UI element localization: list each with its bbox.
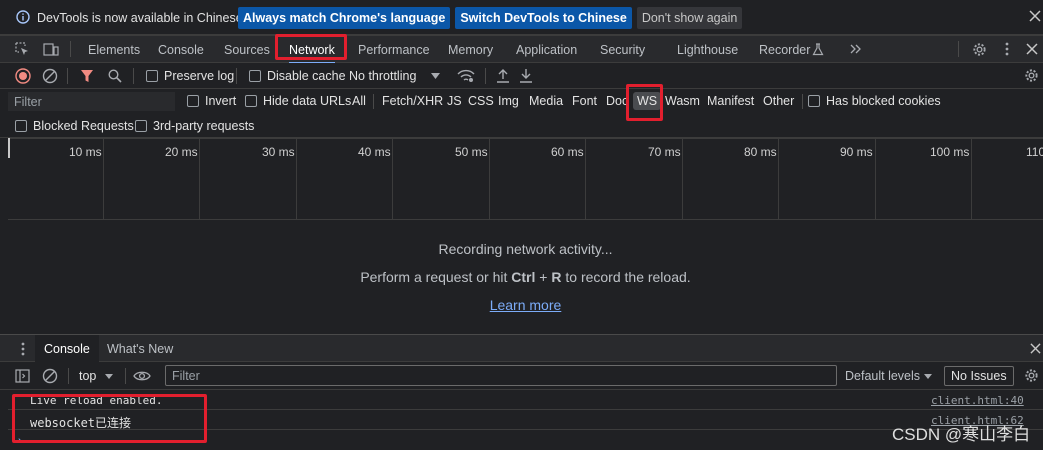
recording-message: Recording network activity... [438,241,613,257]
sidebar-toggle-icon[interactable] [15,369,30,383]
info-icon [16,10,30,24]
tab-memory[interactable]: Memory [448,36,493,63]
dropdown-arrow-icon [431,73,441,79]
drawer-tab-bar: Console What's New [0,334,1043,362]
timeline-tick-label: 100 ms [930,145,970,159]
log-levels-select[interactable]: Default levels [845,369,933,383]
type-filter-wasm[interactable]: Wasm [665,89,700,113]
tab-elements[interactable]: Elements [88,36,140,63]
type-filter-doc[interactable]: Doc [606,89,628,113]
dropdown-arrow-icon [105,373,114,379]
divider [70,41,71,57]
learn-more-link[interactable]: Learn more [490,297,562,313]
console-prompt-icon[interactable]: › [18,435,22,447]
network-timeline-overview[interactable]: 10 ms 20 ms 30 ms 40 ms 50 ms 60 ms 70 m… [8,138,1043,220]
clear-icon[interactable] [42,68,58,84]
type-filter-other[interactable]: Other [763,89,794,113]
third-party-requests-checkbox[interactable]: 3rd-party requests [135,119,254,133]
tab-network[interactable]: Network [289,36,335,64]
timeline-tick-label: 40 ms [358,145,391,159]
always-match-language-button[interactable]: Always match Chrome's language [238,7,451,29]
filter-bar-secondary: Blocked Requests 3rd-party requests [0,114,1043,138]
filter-input[interactable]: Filter [8,92,175,111]
timeline-tick-label: 80 ms [744,145,777,159]
type-filter-css[interactable]: CSS [468,89,494,113]
blocked-requests-checkbox[interactable]: Blocked Requests [15,119,134,133]
network-conditions-wifi-icon[interactable] [457,69,475,83]
tab-lighthouse[interactable]: Lighthouse [677,36,738,63]
watermark: CSDN @寒山李白 [892,425,1031,444]
language-infobar: DevTools is now available in Chinese! Al… [0,0,1043,35]
settings-gear-icon[interactable] [972,42,987,57]
invert-checkbox[interactable]: Invert [187,94,236,108]
drawer-tab-whats-new[interactable]: What's New [107,342,173,356]
type-filter-manifest[interactable]: Manifest [707,89,754,113]
dropdown-arrow-icon [924,373,933,379]
console-filter-input[interactable]: Filter [165,365,837,386]
tab-application[interactable]: Application [516,36,577,63]
close-drawer-icon[interactable] [1030,343,1041,354]
context-selector[interactable]: top [79,369,114,383]
console-message: websocket已连接 client.html:62 [8,410,1043,430]
devtools-tab-bar: Elements Console Sources Network Perform… [0,35,1043,64]
clear-console-icon[interactable] [42,368,58,384]
type-filter-media[interactable]: Media [529,89,563,113]
flask-icon [812,43,824,56]
tab-performance[interactable]: Performance [358,36,430,63]
tab-sources[interactable]: Sources [224,36,270,63]
hide-data-urls-checkbox[interactable]: Hide data URLs [245,94,351,108]
live-expression-eye-icon[interactable] [133,370,151,382]
console-message: Live reload enabled. client.html:40 [8,390,1043,410]
more-tabs-icon[interactable] [849,43,863,55]
filter-bar: Filter Invert Hide data URLs All Fetch/X… [0,89,1043,114]
tab-console[interactable]: Console [158,36,204,63]
inspect-element-icon[interactable] [15,42,30,57]
drawer-tab-console[interactable]: Console [35,335,99,362]
timeline-tick-label: 10 ms [69,145,102,159]
dont-show-again-button[interactable]: Don't show again [636,7,743,29]
type-filter-fetch-xhr[interactable]: Fetch/XHR [382,89,443,113]
network-settings-gear-icon[interactable] [1024,68,1039,83]
filter-funnel-icon[interactable] [80,69,94,83]
timeline-tick-label: 70 ms [648,145,681,159]
throttling-select[interactable]: No throttling [349,69,441,83]
network-empty-state: Recording network activity... Perform a … [8,221,1043,333]
type-filter-all[interactable]: All [352,89,366,113]
timeline-tick-label: 60 ms [551,145,584,159]
close-icon[interactable] [1029,10,1041,22]
export-har-icon[interactable] [519,68,533,83]
preserve-log-checkbox[interactable]: Preserve log [146,69,234,83]
record-stop-icon[interactable] [15,68,31,84]
import-har-icon[interactable] [496,68,510,83]
timeline-tick-label: 110 [1026,145,1043,159]
type-filter-ws[interactable]: WS [633,89,662,113]
type-filter-img[interactable]: Img [498,89,519,113]
device-toolbar-icon[interactable] [43,42,59,57]
switch-to-chinese-button[interactable]: Switch DevTools to Chinese [455,7,632,29]
ctrl-key: Ctrl [511,269,536,285]
type-filter-js[interactable]: JS [447,89,462,113]
timeline-tick-label: 30 ms [262,145,295,159]
r-key: R [551,269,562,285]
drawer-menu-icon[interactable] [21,342,25,356]
network-toolbar: Preserve log Disable cache No throttling [0,63,1043,89]
search-icon[interactable] [108,69,122,83]
close-devtools-icon[interactable] [1026,43,1038,55]
disable-cache-checkbox[interactable]: Disable cache [249,69,346,83]
tab-recorder[interactable]: Recorder [759,36,810,63]
console-toolbar: top Filter Default levels No Issues [0,362,1043,390]
type-filter-font[interactable]: Font [572,89,597,113]
reload-hint: Perform a request or hit Ctrl + R to rec… [360,269,691,285]
timeline-tick-label: 90 ms [840,145,873,159]
timeline-tick-label: 50 ms [455,145,488,159]
kebab-menu-icon[interactable] [1005,42,1009,56]
tab-security[interactable]: Security [600,36,645,63]
has-blocked-cookies-checkbox[interactable]: Has blocked cookies [808,94,941,108]
message-source-link[interactable]: client.html:40 [931,394,1024,407]
infobar-message: DevTools is now available in Chinese! [37,11,247,25]
divider [958,41,959,57]
console-settings-gear-icon[interactable] [1024,368,1039,383]
no-issues-button[interactable]: No Issues [944,366,1014,386]
timeline-tick-label: 20 ms [165,145,198,159]
